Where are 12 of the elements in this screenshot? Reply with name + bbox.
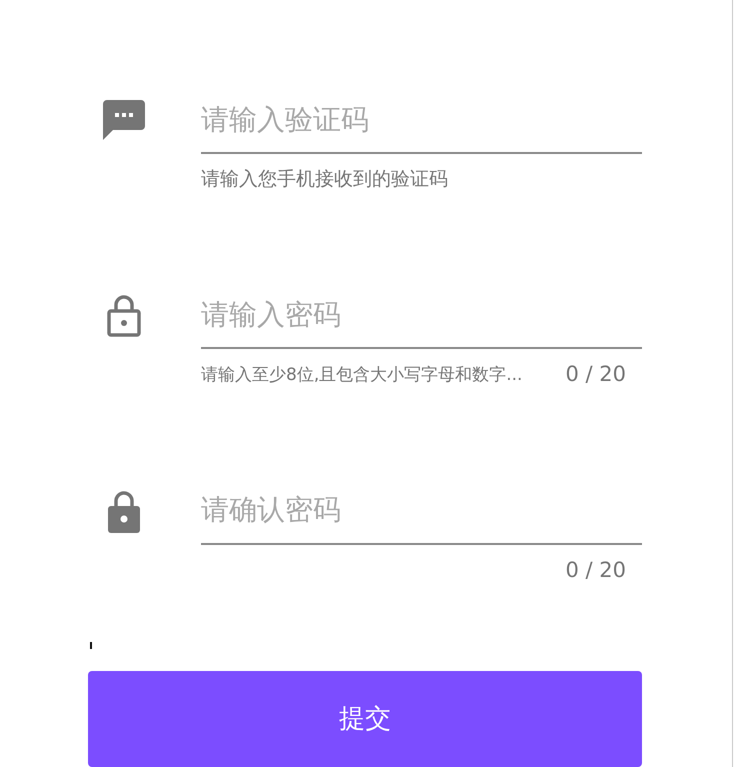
helper-text: 请输入您手机接收到的验证码	[201, 167, 449, 192]
character-counter: 0 / 20	[564, 558, 626, 582]
text-field[interactable]: 请输入验证码	[201, 94, 642, 154]
helper-text: 请输入至少8位,且包含大小写字母和数字...	[201, 364, 524, 386]
submit-button[interactable]: 提交	[88, 670, 642, 767]
character-counter: 0 / 20	[564, 362, 626, 386]
text-cursor	[90, 642, 92, 649]
lock-icon	[107, 490, 141, 533]
text-field[interactable]: 请确认密码	[201, 484, 642, 545]
message-icon	[103, 100, 145, 140]
lock-icon	[107, 295, 141, 338]
text-field[interactable]: 请输入密码	[201, 289, 642, 350]
